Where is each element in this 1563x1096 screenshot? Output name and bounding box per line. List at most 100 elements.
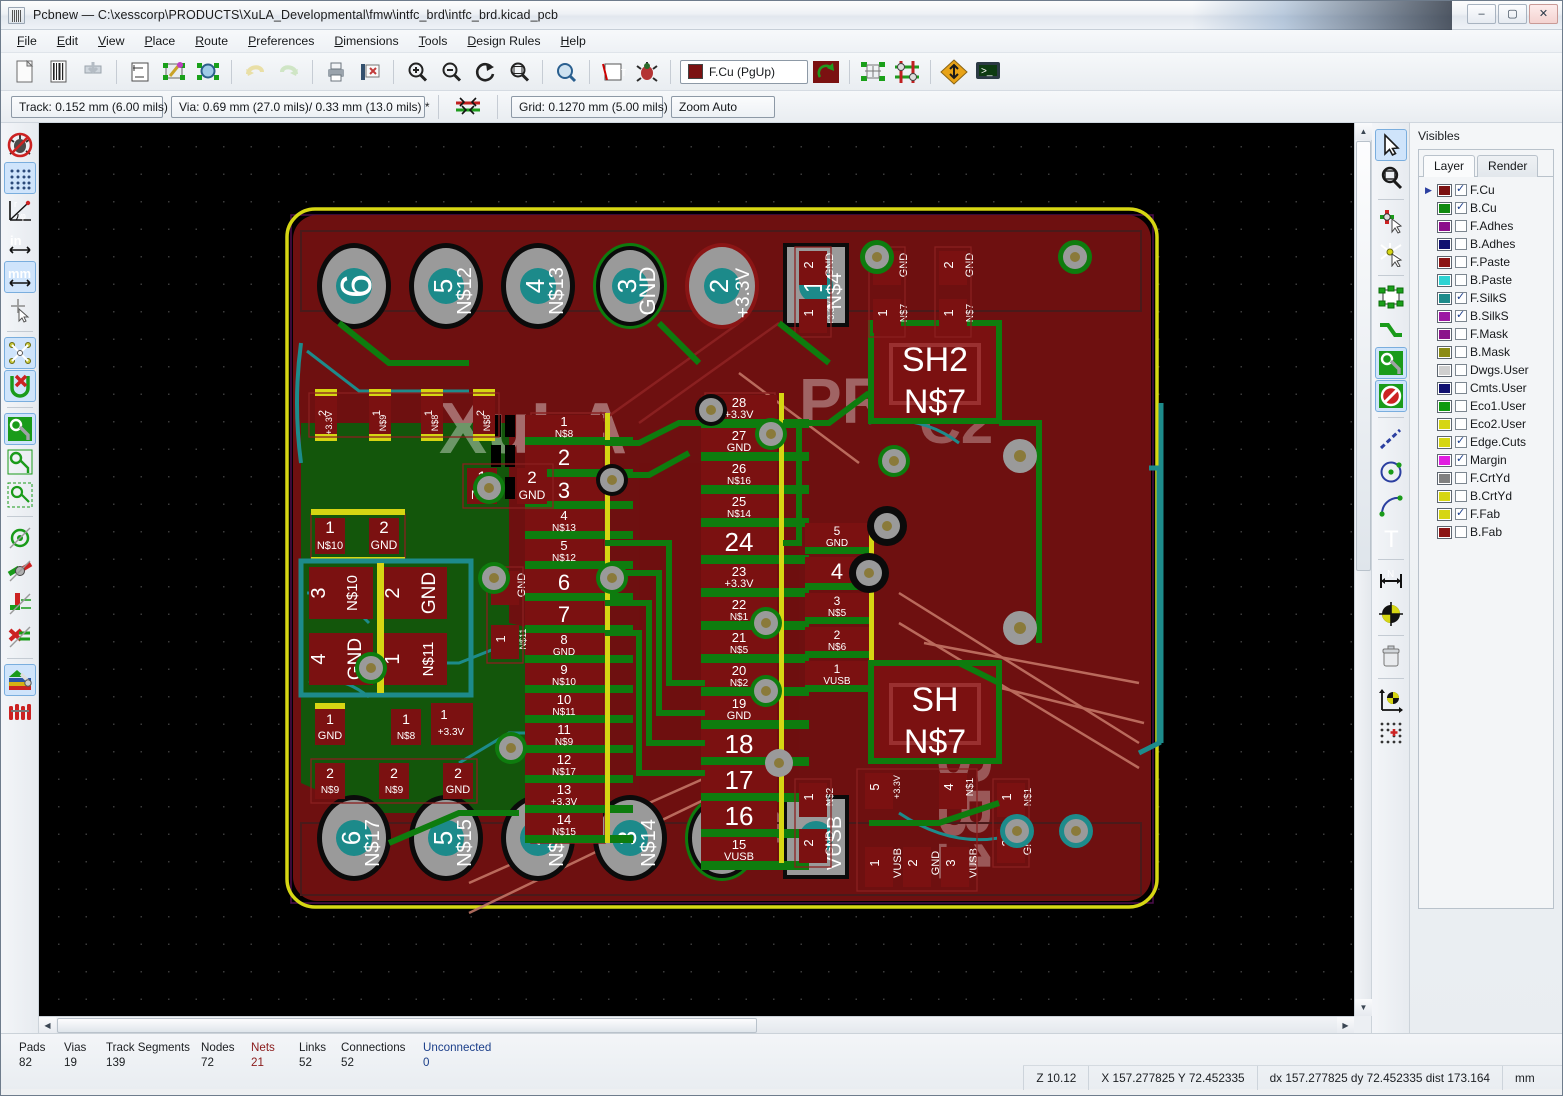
minimize-button[interactable]: – [1467, 4, 1496, 24]
scroll-left-arrow[interactable]: ◀ [39, 1017, 56, 1034]
add-keepout-icon[interactable] [1374, 380, 1407, 412]
page-settings-icon[interactable] [124, 57, 156, 87]
layer-visibility-checkbox[interactable] [1455, 452, 1467, 466]
layer-row-margin[interactable]: Margin [1421, 451, 1553, 469]
scroll-right-arrow[interactable]: ▶ [1337, 1017, 1354, 1034]
layer-row-b-adhes[interactable]: B.Adhes [1421, 235, 1553, 253]
layer-visibility-checkbox[interactable] [1455, 220, 1467, 232]
menu-edit[interactable]: Edit [47, 30, 88, 52]
save-board-icon[interactable] [77, 57, 109, 87]
track-width-icon[interactable] [452, 92, 484, 122]
layer-row-f-cu[interactable]: ▶ F.Cu [1421, 181, 1553, 199]
via-size-select[interactable]: Via: 0.69 mm (27.0 mils)/ 0.33 mm (13.0 … [171, 95, 430, 118]
layer-color-swatch[interactable] [1437, 201, 1452, 215]
canvas-vertical-scrollbar[interactable]: ▲ ▼ [1354, 123, 1372, 1016]
set-origin-icon[interactable] [1375, 684, 1407, 716]
menu-tools[interactable]: Tools [409, 30, 458, 52]
menu-view[interactable]: View [88, 30, 134, 52]
select-tool-icon[interactable] [1374, 129, 1407, 161]
menu-route[interactable]: Route [185, 30, 238, 52]
layer-color-swatch[interactable] [1437, 471, 1452, 485]
layer-row-eco2-user[interactable]: Eco2.User [1421, 415, 1553, 433]
layer-row-f-silks[interactable]: F.SilkS [1421, 289, 1553, 307]
units-mm-icon[interactable]: mm [3, 261, 36, 293]
layer-row-b-fab[interactable]: B.Fab [1421, 523, 1553, 541]
layer-row-f-mask[interactable]: F.Mask [1421, 325, 1553, 343]
cursor-shape-icon[interactable] [4, 294, 36, 326]
layer-visibility-checkbox[interactable] [1455, 382, 1467, 394]
layer-row-b-mask[interactable]: B.Mask [1421, 343, 1553, 361]
units-inches-icon[interactable]: in [4, 228, 36, 260]
net-highlight-icon[interactable] [1375, 238, 1407, 270]
vias-sketch-icon[interactable] [4, 555, 36, 587]
scroll-down-arrow[interactable]: ▼ [1355, 999, 1372, 1016]
layer-row-f-crtyd[interactable]: F.CrtYd [1421, 469, 1553, 487]
open-board-icon[interactable] [43, 57, 75, 87]
zoom-redraw-icon[interactable] [469, 57, 501, 87]
grid-select[interactable]: Grid: 0.1270 mm (5.00 mils) [511, 95, 668, 118]
new-board-icon[interactable] [9, 57, 41, 87]
layer-visibility-checkbox[interactable] [1455, 434, 1467, 448]
local-ratsnest-icon[interactable] [1375, 205, 1407, 237]
mode-footprint-icon[interactable] [857, 57, 889, 87]
undo-icon[interactable] [239, 57, 271, 87]
layer-visibility-checkbox[interactable] [1455, 346, 1467, 358]
vertical-scroll-thumb[interactable] [1356, 141, 1371, 571]
add-arc-icon[interactable] [1375, 489, 1407, 521]
hv45-mode-icon[interactable] [938, 57, 970, 87]
layer-row-f-adhes[interactable]: F.Adhes [1421, 217, 1553, 235]
layer-color-swatch[interactable] [1437, 381, 1452, 395]
drc-icon[interactable] [631, 57, 663, 87]
tracks-sketch-icon[interactable] [4, 588, 36, 620]
curved-ratsnest-icon[interactable] [3, 370, 36, 402]
high-contrast-icon[interactable] [3, 664, 36, 696]
add-zone-icon[interactable] [1374, 347, 1407, 379]
layer-visibility-checkbox[interactable] [1455, 364, 1467, 376]
active-layer-select[interactable]: F.Cu (PgUp) [680, 59, 808, 84]
canvas-horizontal-scrollbar[interactable]: ◀ ▶ [39, 1016, 1354, 1034]
layer-visibility-checkbox[interactable] [1455, 526, 1467, 538]
close-button[interactable]: ✕ [1529, 4, 1558, 24]
track-width-select[interactable]: Track: 0.152 mm (6.00 mils) * [11, 95, 176, 118]
layer-visibility-checkbox[interactable] [1455, 400, 1467, 412]
layer-color-swatch[interactable] [1437, 309, 1452, 323]
layer-visibility-checkbox[interactable] [1455, 490, 1467, 502]
plot-icon[interactable] [354, 57, 386, 87]
layer-pair-icon[interactable] [810, 57, 842, 87]
print-icon[interactable] [320, 57, 352, 87]
scripting-console-icon[interactable]: >_ [972, 57, 1004, 87]
layer-color-swatch[interactable] [1437, 489, 1452, 503]
layer-visibility-checkbox[interactable] [1455, 274, 1467, 286]
scroll-up-arrow[interactable]: ▲ [1355, 123, 1372, 140]
horizontal-scroll-thumb[interactable] [57, 1018, 757, 1033]
layer-color-swatch[interactable] [1437, 363, 1452, 377]
layer-color-swatch[interactable] [1437, 183, 1452, 197]
layer-row-eco1-user[interactable]: Eco1.User [1421, 397, 1553, 415]
layer-color-swatch[interactable] [1437, 435, 1452, 449]
maximize-button[interactable]: ▢ [1498, 4, 1527, 24]
tab-layer[interactable]: Layer [1423, 155, 1476, 177]
highlight-net-icon[interactable] [1375, 162, 1407, 194]
layer-row-edge-cuts[interactable]: Edge.Cuts [1421, 433, 1553, 451]
layer-visibility-checkbox[interactable] [1455, 182, 1467, 196]
add-target-icon[interactable] [1375, 598, 1407, 630]
outline-zones-icon[interactable] [4, 446, 36, 478]
layer-color-swatch[interactable] [1437, 219, 1452, 233]
tab-render[interactable]: Render [1477, 155, 1539, 177]
add-footprint-icon[interactable] [1375, 281, 1407, 313]
mode-track-icon[interactable] [891, 57, 923, 87]
menu-help[interactable]: Help [551, 30, 596, 52]
layer-row-dwgs-user[interactable]: Dwgs.User [1421, 361, 1553, 379]
footprint-editor-icon[interactable] [158, 57, 190, 87]
tracks-outline-icon[interactable] [4, 621, 36, 653]
layer-color-swatch[interactable] [1437, 327, 1452, 341]
drc-off-icon[interactable] [4, 129, 36, 161]
footprint-viewer-icon[interactable] [192, 57, 224, 87]
menu-design-rules[interactable]: Design Rules [457, 30, 550, 52]
netlist-icon[interactable]: NET [597, 57, 629, 87]
layer-visibility-checkbox[interactable] [1455, 238, 1467, 250]
layer-color-swatch[interactable] [1437, 525, 1452, 539]
set-grid-origin-icon[interactable] [1375, 717, 1407, 749]
layer-color-swatch[interactable] [1437, 273, 1452, 287]
add-circle-icon[interactable] [1375, 456, 1407, 488]
